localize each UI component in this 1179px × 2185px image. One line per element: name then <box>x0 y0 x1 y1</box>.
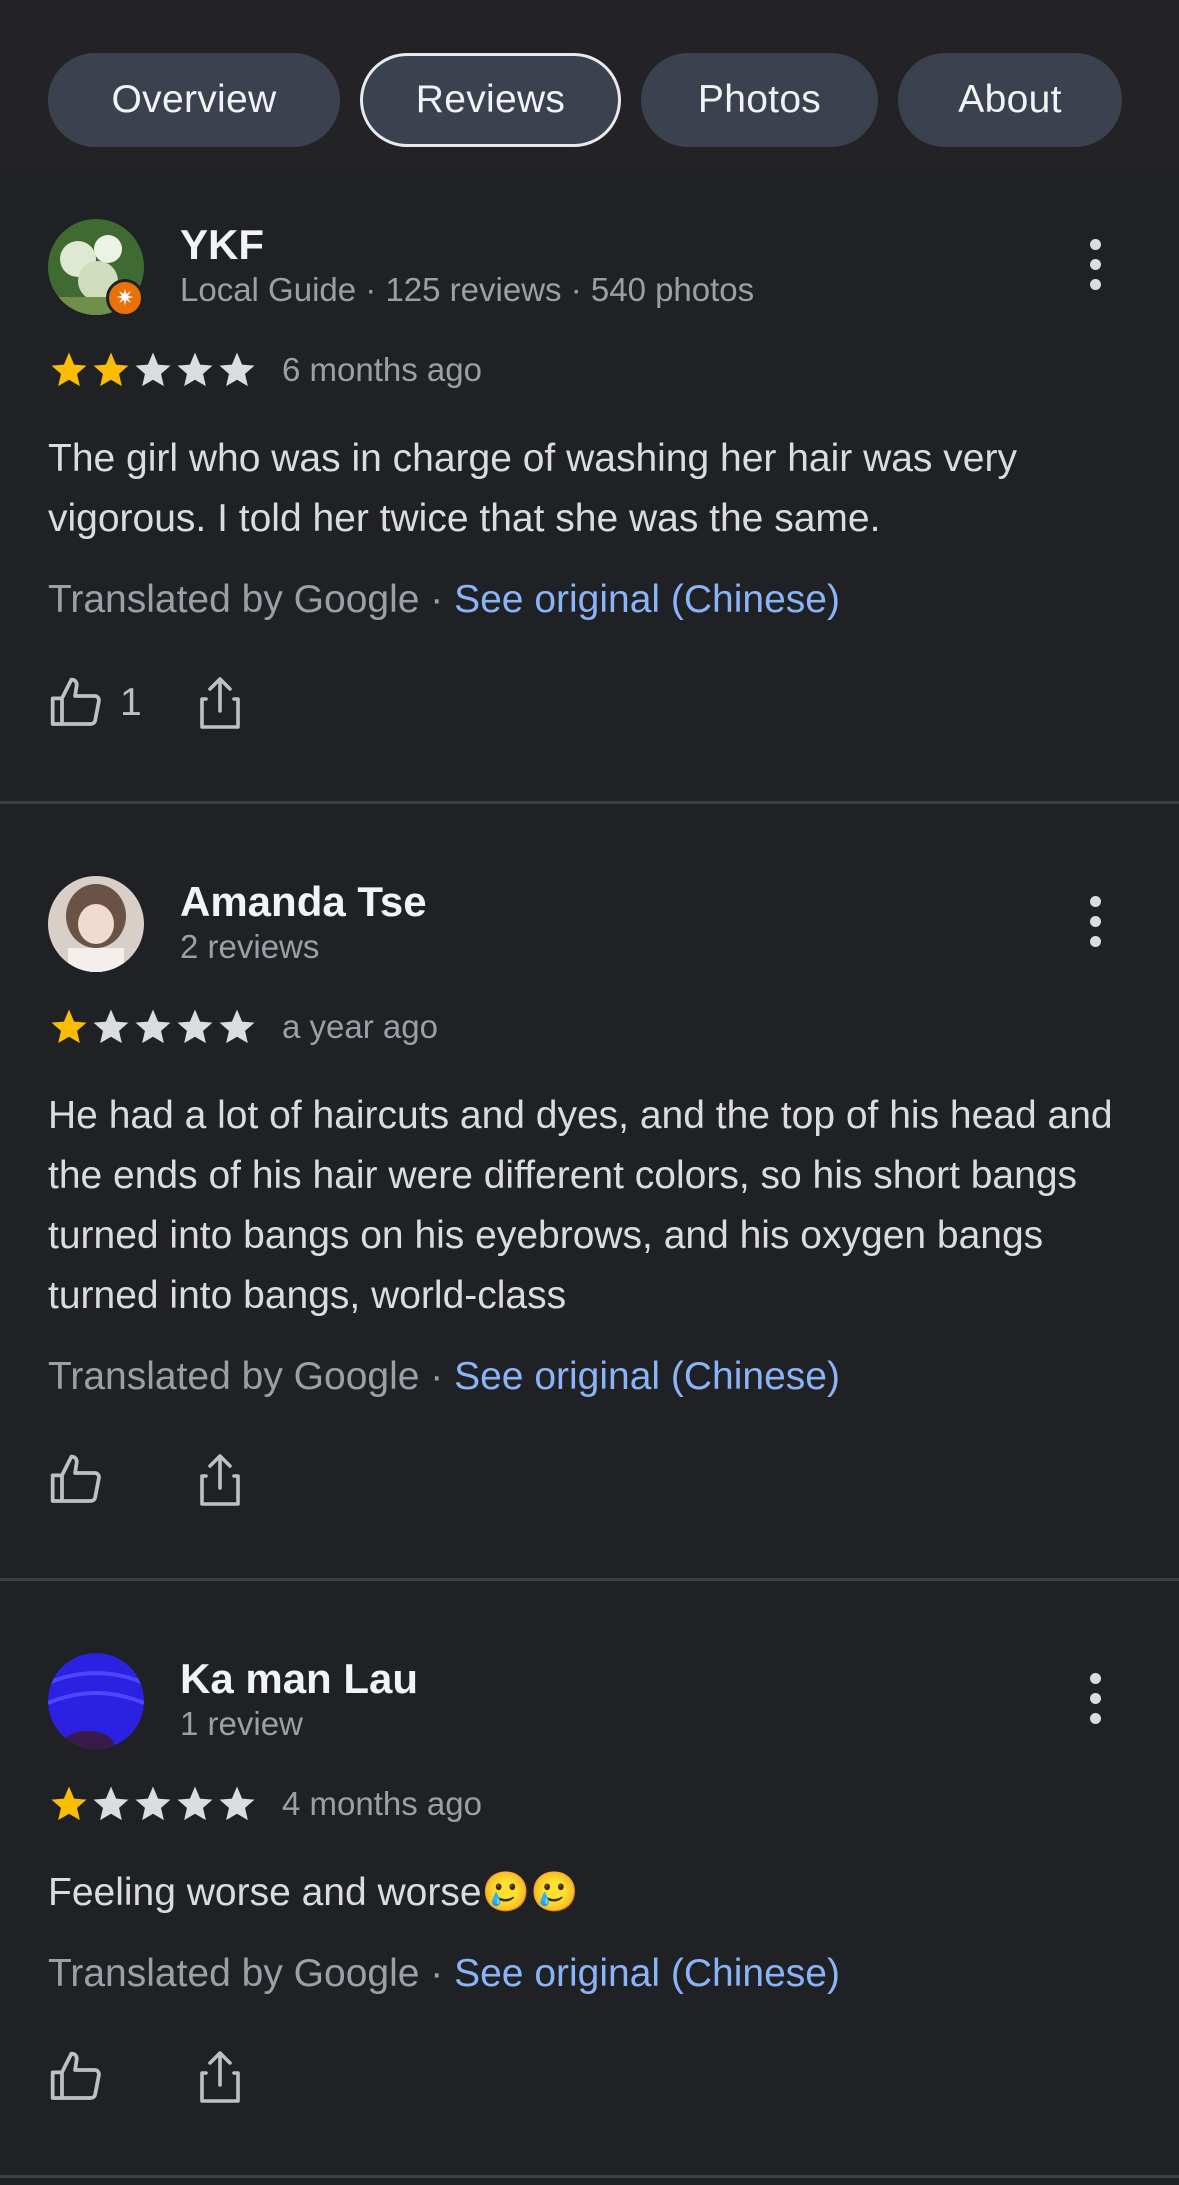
star-filled-icon <box>51 1786 87 1821</box>
tab-overview[interactable]: Overview <box>48 53 340 147</box>
local-guide-badge-icon: ✷ <box>106 279 144 317</box>
star-empty-icon <box>177 1009 213 1044</box>
tab-about[interactable]: About <box>898 53 1122 147</box>
divider <box>0 2175 1179 2178</box>
reviewer-meta: 2 reviews <box>180 928 320 965</box>
star-rating: 6 months ago <box>48 349 482 391</box>
tab-photos[interactable]: Photos <box>641 53 878 147</box>
review-actions <box>48 1452 120 1508</box>
star-filled-icon <box>51 352 87 387</box>
divider <box>0 801 1179 804</box>
star-empty-icon <box>135 352 171 387</box>
star-empty-icon <box>219 352 255 387</box>
thumbs-up-icon[interactable] <box>48 2049 104 2105</box>
thumbs-up-icon[interactable] <box>48 1452 104 1508</box>
review-time: 4 months ago <box>282 1785 482 1822</box>
review-text: The girl who was in charge of washing he… <box>48 437 1017 540</box>
star-empty-icon <box>93 1009 129 1044</box>
thumbs-up-icon[interactable] <box>48 675 104 731</box>
star-empty-icon <box>177 352 213 387</box>
star-empty-icon <box>219 1786 255 1821</box>
star-empty-icon <box>93 1786 129 1821</box>
star-empty-icon <box>135 1786 171 1821</box>
see-original-link[interactable]: See original (Chinese) <box>454 1952 840 1995</box>
translation-note: Translated by Google · See original (Chi… <box>48 1355 840 1399</box>
see-original-link[interactable]: See original (Chinese) <box>454 1355 840 1398</box>
share-icon[interactable] <box>196 2049 244 2105</box>
tab-reviews[interactable]: Reviews <box>360 53 621 147</box>
more-options-icon[interactable] <box>1078 896 1112 956</box>
star-filled-icon <box>51 1009 87 1044</box>
avatar-image <box>48 876 144 972</box>
avatar[interactable] <box>48 1653 144 1749</box>
tab-bar: Overview Reviews Photos About <box>0 0 1179 168</box>
reviewer-name[interactable]: Amanda Tse <box>180 878 427 926</box>
reviewer-meta: 1 review <box>180 1705 303 1742</box>
reviewer-name[interactable]: YKF <box>180 221 264 269</box>
star-filled-icon <box>93 352 129 387</box>
star-rating: 4 months ago <box>48 1783 482 1825</box>
translated-by-label: Translated by Google · <box>48 578 455 621</box>
star-empty-icon <box>219 1009 255 1044</box>
review-text: Feeling worse and worse🥲🥲 <box>48 1871 579 1914</box>
translated-by-label: Translated by Google · <box>48 1952 455 1995</box>
star-empty-icon <box>135 1009 171 1044</box>
translation-note: Translated by Google · See original (Chi… <box>48 1952 840 1996</box>
translated-by-label: Translated by Google · <box>48 1355 455 1398</box>
review-actions <box>48 2049 120 2105</box>
review-time: 6 months ago <box>282 351 482 388</box>
more-options-icon[interactable] <box>1078 1673 1112 1733</box>
share-icon[interactable] <box>196 675 244 731</box>
review-actions: 1 <box>48 675 142 731</box>
translation-note: Translated by Google · See original (Chi… <box>48 578 840 622</box>
review-text: He had a lot of haircuts and dyes, and t… <box>48 1094 1113 1317</box>
avatar[interactable] <box>48 876 144 972</box>
star-rating: a year ago <box>48 1006 438 1048</box>
see-original-link[interactable]: See original (Chinese) <box>454 578 840 621</box>
more-options-icon[interactable] <box>1078 239 1112 299</box>
like-count: 1 <box>120 681 142 724</box>
divider <box>0 1578 1179 1581</box>
star-empty-icon <box>177 1786 213 1821</box>
reviewer-name[interactable]: Ka man Lau <box>180 1655 418 1703</box>
review-time: a year ago <box>282 1008 438 1045</box>
avatar-image <box>48 1653 144 1749</box>
tabs: Overview Reviews Photos About <box>48 53 1122 147</box>
share-icon[interactable] <box>196 1452 244 1508</box>
reviewer-meta: Local Guide · 125 reviews · 540 photos <box>180 271 755 308</box>
